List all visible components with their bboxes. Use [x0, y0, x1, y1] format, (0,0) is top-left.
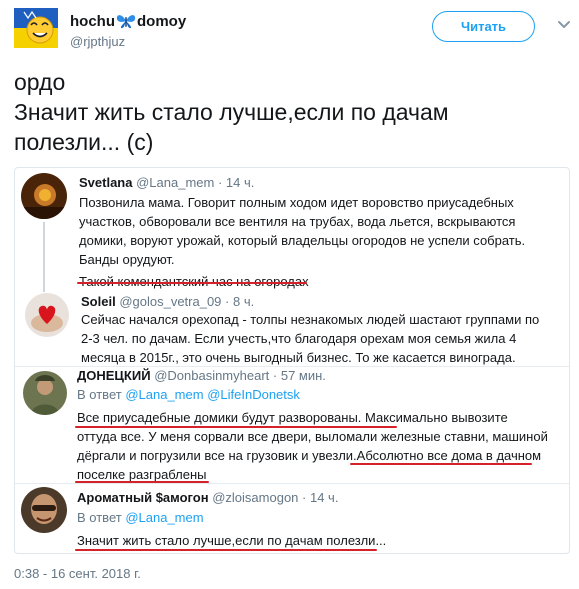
- avatar: [25, 293, 69, 337]
- author-name[interactable]: hochu domoy: [70, 13, 186, 33]
- tweet-time: 8 ч.: [232, 294, 255, 309]
- thread-tweet-donetsky: ДОНЕЦКИЙ @Donbasinmyheart · 57 мин. В от…: [15, 367, 569, 483]
- text-line: Все приусадебные домики будут разворован…: [77, 410, 508, 425]
- follow-button[interactable]: Читать: [432, 11, 535, 42]
- tweet-time: 14 ч.: [309, 490, 339, 505]
- tweet-header: hochu domoy @rjpthjuz Читать: [14, 8, 571, 49]
- user-name: ДОНЕЦКИЙ: [77, 368, 151, 383]
- text-line: 2-3 чел. по дачам. Если учесть,что благо…: [81, 331, 517, 346]
- red-underline: [77, 282, 307, 284]
- thread-tweet-svetlana: Svetlana @Lana_mem · 14 ч. Позвонила мам…: [15, 168, 569, 291]
- thread-tweet-samogon: Ароматный $амогон @zloisamogon · 14 ч. В…: [15, 484, 569, 553]
- tweet-body: Сейчас начался орехопад - толпы незнаком…: [81, 310, 539, 367]
- avatar: [21, 173, 67, 219]
- tweet-line: полезли... (с): [14, 129, 154, 155]
- tweet-meta: Svetlana @Lana_mem · 14 ч.: [79, 175, 255, 190]
- tweet-text: ордо Значит жить стало лучше,если по дач…: [14, 67, 564, 157]
- avatar: [23, 371, 67, 415]
- tweet-body: Все приусадебные домики будут разворован…: [77, 408, 548, 484]
- user-handle: @golos_vetra_09: [119, 294, 222, 309]
- author-name-part2: domoy: [137, 13, 187, 30]
- user-handle: @Lana_mem: [136, 175, 215, 190]
- text-line: месяца в 2015г., это очень выгодный бизн…: [81, 350, 516, 365]
- tweet-body: Значит жить стало лучше,если по дачам по…: [77, 531, 386, 550]
- tweet-meta: Soleil @golos_vetra_09 · 8 ч.: [81, 294, 255, 309]
- red-underline: [350, 463, 532, 465]
- text-line: Позвонила мама. Говорит полным ходом иде…: [79, 195, 514, 210]
- author-avatar[interactable]: [14, 8, 58, 48]
- text-line: оттуда все. У меня сорвали все двери, вы…: [77, 429, 548, 444]
- thread-line: [43, 288, 45, 292]
- reply-prefix: В ответ: [77, 387, 122, 402]
- red-underline: [75, 426, 397, 428]
- thread-line: [43, 222, 45, 288]
- reply-mention-link[interactable]: @LifeInDonetsk: [207, 387, 300, 402]
- red-underline: [75, 549, 377, 551]
- author-name-part1: hochu: [70, 13, 115, 30]
- text-line: участков, обворовали все вентиля на труб…: [79, 214, 516, 229]
- tweet-body: Позвонила мама. Говорит полным ходом иде…: [79, 193, 525, 291]
- text-line: Значит жить стало лучше,если по дачам по…: [77, 533, 387, 548]
- tweet-timestamp[interactable]: 0:38 - 16 сент. 2018 г.: [14, 566, 141, 581]
- text-line: Банды орудуют.: [79, 252, 175, 267]
- user-handle: @Donbasinmyheart: [154, 368, 270, 383]
- embedded-screenshot[interactable]: Svetlana @Lana_mem · 14 ч. Позвонила мам…: [14, 167, 570, 554]
- reply-prefix: В ответ: [77, 510, 122, 525]
- reply-context: В ответ @Lana_mem: [77, 510, 204, 525]
- user-name: Ароматный $амогон: [77, 490, 209, 505]
- author-handle[interactable]: @rjpthjuz: [70, 34, 125, 49]
- tweet-meta: ДОНЕЦКИЙ @Donbasinmyheart · 57 мин.: [77, 368, 326, 383]
- thread-tweet-soleil: Soleil @golos_vetra_09 · 8 ч. Сейчас нач…: [15, 288, 569, 367]
- text-line: Сейчас начался орехопад - толпы незнаком…: [81, 312, 540, 327]
- butterfly-icon: [116, 13, 136, 33]
- reply-context: В ответ @Lana_mem @LifeInDonetsk: [77, 387, 300, 402]
- tweet-time: 14 ч.: [225, 175, 255, 190]
- user-name: Soleil: [81, 294, 116, 309]
- tweet-line: Значит жить стало лучше,если по дачам: [14, 99, 449, 125]
- tweet-time: 57 мин.: [280, 368, 326, 383]
- reply-mention-link[interactable]: @Lana_mem: [125, 387, 203, 402]
- tweet-meta: Ароматный $амогон @zloisamogon · 14 ч.: [77, 490, 339, 505]
- user-handle: @zloisamogon: [212, 490, 299, 505]
- tweet-line: ордо: [14, 69, 66, 95]
- reply-mention-link[interactable]: @Lana_mem: [125, 510, 203, 525]
- avatar: [21, 487, 67, 533]
- chevron-down-icon[interactable]: [557, 18, 571, 32]
- user-name: Svetlana: [79, 175, 133, 190]
- text-line: домики, воруют урожай, который владельцы…: [79, 233, 526, 248]
